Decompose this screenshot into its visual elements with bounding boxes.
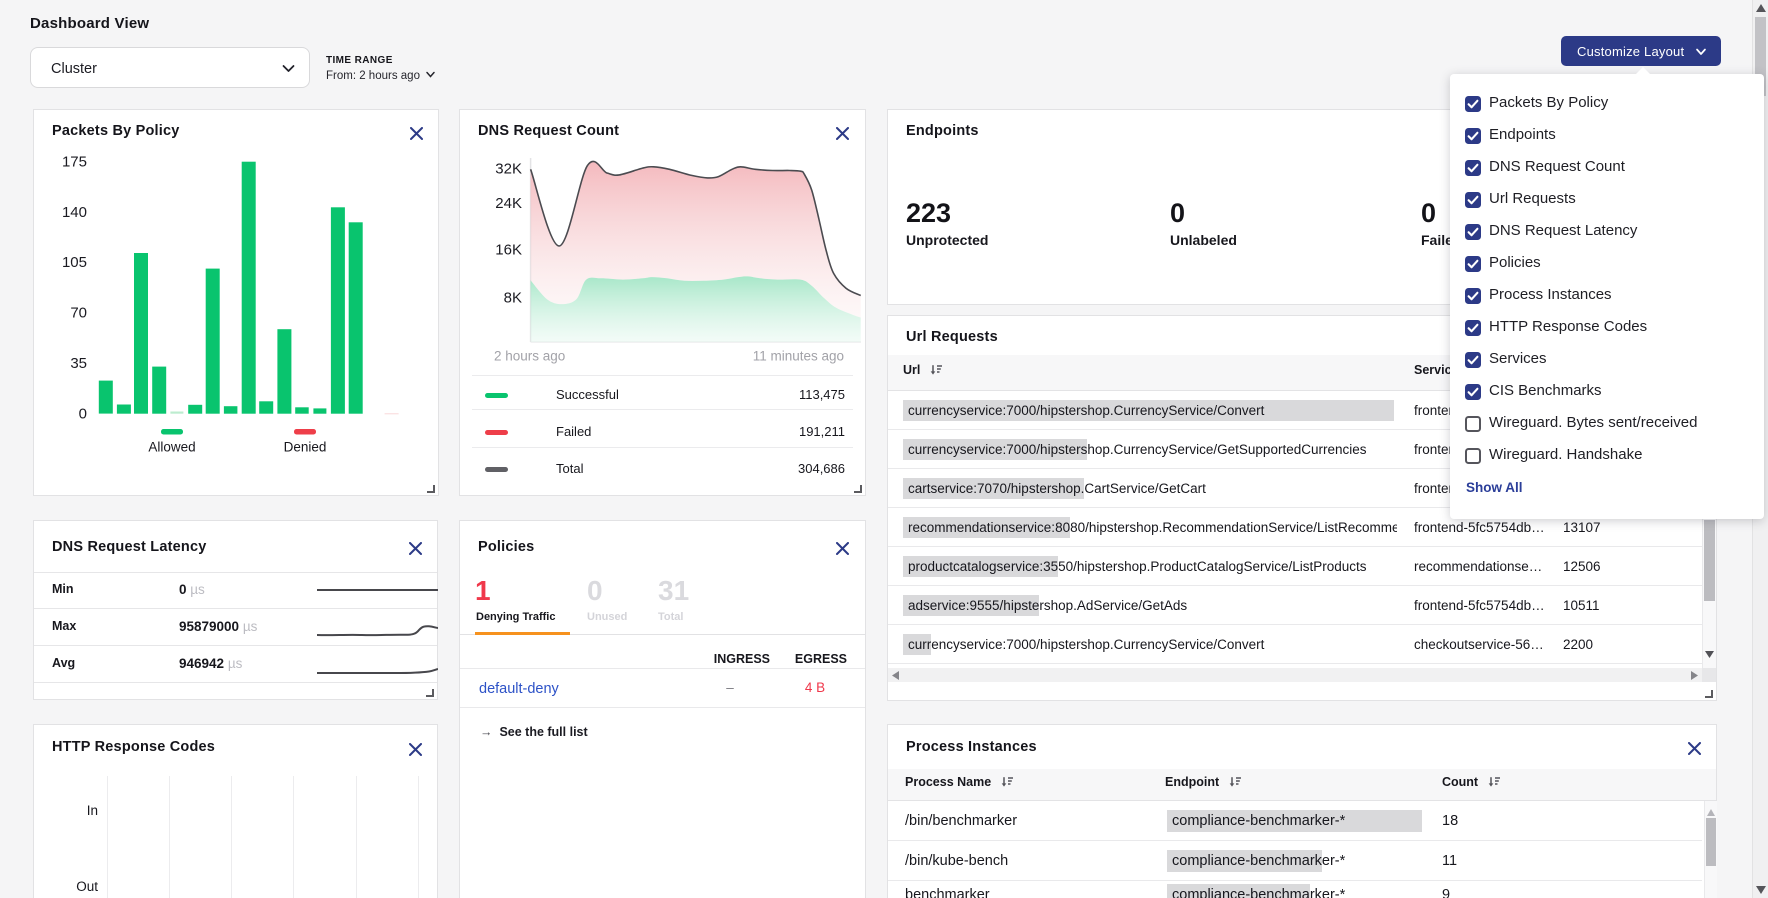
svg-text:Allowed: Allowed [148,440,195,455]
svg-text:35: 35 [70,355,87,372]
svg-text:2 hours ago: 2 hours ago [494,349,565,364]
svg-text:70: 70 [70,305,87,322]
svg-text:Denied: Denied [284,440,327,455]
svg-text:24K: 24K [495,195,522,212]
svg-text:140: 140 [62,204,87,221]
svg-text:11 minutes ago: 11 minutes ago [753,349,844,364]
svg-text:32K: 32K [495,161,522,178]
svg-text:175: 175 [62,153,87,170]
svg-text:8K: 8K [504,289,522,306]
svg-text:16K: 16K [495,241,522,258]
svg-text:0: 0 [79,406,87,423]
svg-text:105: 105 [62,254,87,271]
